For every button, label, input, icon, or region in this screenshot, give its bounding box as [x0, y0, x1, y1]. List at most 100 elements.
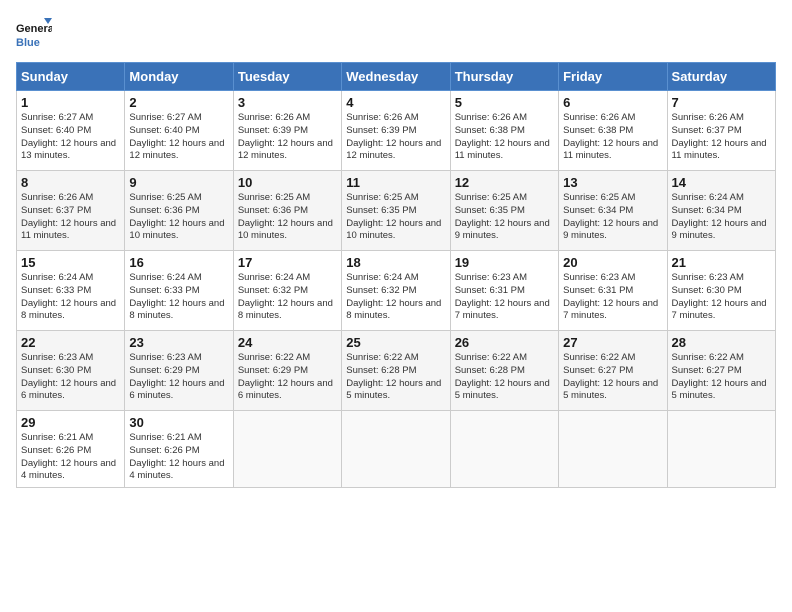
calendar-table: SundayMondayTuesdayWednesdayThursdayFrid…	[16, 62, 776, 488]
calendar-cell: 6 Sunrise: 6:26 AMSunset: 6:38 PMDaylight…	[559, 91, 667, 171]
logo: General Blue	[16, 16, 52, 52]
calendar-cell: 14 Sunrise: 6:24 AMSunset: 6:34 PMDayligh…	[667, 171, 775, 251]
day-detail: Sunrise: 6:25 AMSunset: 6:36 PMDaylight:…	[238, 192, 337, 243]
day-detail: Sunrise: 6:23 AMSunset: 6:31 PMDaylight:…	[455, 272, 554, 323]
day-detail: Sunrise: 6:25 AMSunset: 6:34 PMDaylight:…	[563, 192, 662, 243]
calendar-cell	[342, 411, 450, 488]
day-number: 12	[455, 175, 554, 190]
header-friday: Friday	[559, 63, 667, 91]
day-number: 6	[563, 95, 662, 110]
day-number: 8	[21, 175, 120, 190]
week-row-3: 15 Sunrise: 6:24 AMSunset: 6:33 PMDayligh…	[17, 251, 776, 331]
day-detail: Sunrise: 6:26 AMSunset: 6:37 PMDaylight:…	[21, 192, 120, 243]
week-row-5: 29 Sunrise: 6:21 AMSunset: 6:26 PMDayligh…	[17, 411, 776, 488]
day-number: 26	[455, 335, 554, 350]
calendar-cell: 1Sunrise: 6:27 AMSunset: 6:40 PMDaylight…	[17, 91, 125, 171]
calendar-cell: 26 Sunrise: 6:22 AMSunset: 6:28 PMDayligh…	[450, 331, 558, 411]
day-number: 23	[129, 335, 228, 350]
calendar-cell	[233, 411, 341, 488]
calendar-cell: 8 Sunrise: 6:26 AMSunset: 6:37 PMDaylight…	[17, 171, 125, 251]
day-detail: Sunrise: 6:24 AMSunset: 6:33 PMDaylight:…	[129, 272, 228, 323]
day-detail: Sunrise: 6:22 AMSunset: 6:27 PMDaylight:…	[672, 352, 771, 403]
header-wednesday: Wednesday	[342, 63, 450, 91]
svg-text:Blue: Blue	[16, 37, 40, 49]
day-detail: Sunrise: 6:25 AMSunset: 6:35 PMDaylight:…	[455, 192, 554, 243]
page-header: General Blue	[16, 16, 776, 52]
day-number: 15	[21, 255, 120, 270]
header-sunday: Sunday	[17, 63, 125, 91]
day-detail: Sunrise: 6:22 AMSunset: 6:29 PMDaylight:…	[238, 352, 337, 403]
calendar-cell: 23 Sunrise: 6:23 AMSunset: 6:29 PMDayligh…	[125, 331, 233, 411]
day-number: 30	[129, 415, 228, 430]
week-row-4: 22Sunrise: 6:23 AMSunset: 6:30 PMDayligh…	[17, 331, 776, 411]
calendar-cell: 19 Sunrise: 6:23 AMSunset: 6:31 PMDayligh…	[450, 251, 558, 331]
day-detail: Sunrise: 6:26 AMSunset: 6:39 PMDaylight:…	[346, 112, 445, 163]
day-detail: Sunrise: 6:23 AMSunset: 6:31 PMDaylight:…	[563, 272, 662, 323]
calendar-cell: 29 Sunrise: 6:21 AMSunset: 6:26 PMDayligh…	[17, 411, 125, 488]
calendar-cell	[450, 411, 558, 488]
day-detail: Sunrise: 6:21 AMSunset: 6:26 PMDaylight:…	[129, 432, 228, 483]
day-number: 14	[672, 175, 771, 190]
calendar-cell: 17 Sunrise: 6:24 AMSunset: 6:32 PMDayligh…	[233, 251, 341, 331]
day-number: 10	[238, 175, 337, 190]
header-monday: Monday	[125, 63, 233, 91]
calendar-cell: 27Sunrise: 6:22 AMSunset: 6:27 PMDayligh…	[559, 331, 667, 411]
day-number: 9	[129, 175, 228, 190]
day-number: 27	[563, 335, 662, 350]
day-detail: Sunrise: 6:26 AMSunset: 6:37 PMDaylight:…	[672, 112, 771, 163]
day-detail: Sunrise: 6:22 AMSunset: 6:28 PMDaylight:…	[455, 352, 554, 403]
calendar-cell: 7 Sunrise: 6:26 AMSunset: 6:37 PMDaylight…	[667, 91, 775, 171]
day-detail: Sunrise: 6:26 AMSunset: 6:39 PMDaylight:…	[238, 112, 337, 163]
day-number: 29	[21, 415, 120, 430]
calendar-cell	[559, 411, 667, 488]
calendar-cell: 5 Sunrise: 6:26 AMSunset: 6:38 PMDaylight…	[450, 91, 558, 171]
day-number: 25	[346, 335, 445, 350]
day-detail: Sunrise: 6:24 AMSunset: 6:32 PMDaylight:…	[346, 272, 445, 323]
calendar-cell: 22Sunrise: 6:23 AMSunset: 6:30 PMDayligh…	[17, 331, 125, 411]
calendar-cell: 3 Sunrise: 6:26 AMSunset: 6:39 PMDaylight…	[233, 91, 341, 171]
day-number: 18	[346, 255, 445, 270]
calendar-cell: 16 Sunrise: 6:24 AMSunset: 6:33 PMDayligh…	[125, 251, 233, 331]
week-row-1: 1Sunrise: 6:27 AMSunset: 6:40 PMDaylight…	[17, 91, 776, 171]
week-row-2: 8 Sunrise: 6:26 AMSunset: 6:37 PMDaylight…	[17, 171, 776, 251]
calendar-cell: 9Sunrise: 6:25 AMSunset: 6:36 PMDaylight…	[125, 171, 233, 251]
day-detail: Sunrise: 6:26 AMSunset: 6:38 PMDaylight:…	[455, 112, 554, 163]
day-detail: Sunrise: 6:23 AMSunset: 6:30 PMDaylight:…	[21, 352, 120, 403]
calendar-cell: 11 Sunrise: 6:25 AMSunset: 6:35 PMDayligh…	[342, 171, 450, 251]
day-number: 20	[563, 255, 662, 270]
calendar-cell: 28 Sunrise: 6:22 AMSunset: 6:27 PMDayligh…	[667, 331, 775, 411]
calendar-cell: 24Sunrise: 6:22 AMSunset: 6:29 PMDayligh…	[233, 331, 341, 411]
day-detail: Sunrise: 6:24 AMSunset: 6:33 PMDaylight:…	[21, 272, 120, 323]
header-row: SundayMondayTuesdayWednesdayThursdayFrid…	[17, 63, 776, 91]
day-detail: Sunrise: 6:25 AMSunset: 6:35 PMDaylight:…	[346, 192, 445, 243]
day-number: 5	[455, 95, 554, 110]
day-number: 16	[129, 255, 228, 270]
logo-svg: General Blue	[16, 16, 52, 52]
day-number: 11	[346, 175, 445, 190]
calendar-cell: 2Sunrise: 6:27 AMSunset: 6:40 PMDaylight…	[125, 91, 233, 171]
calendar-cell: 18 Sunrise: 6:24 AMSunset: 6:32 PMDayligh…	[342, 251, 450, 331]
day-detail: Sunrise: 6:26 AMSunset: 6:38 PMDaylight:…	[563, 112, 662, 163]
day-number: 2	[129, 95, 228, 110]
calendar-cell: 25Sunrise: 6:22 AMSunset: 6:28 PMDayligh…	[342, 331, 450, 411]
calendar-cell	[667, 411, 775, 488]
header-saturday: Saturday	[667, 63, 775, 91]
day-number: 1	[21, 95, 120, 110]
calendar-cell: 4 Sunrise: 6:26 AMSunset: 6:39 PMDaylight…	[342, 91, 450, 171]
day-number: 17	[238, 255, 337, 270]
day-detail: Sunrise: 6:24 AMSunset: 6:34 PMDaylight:…	[672, 192, 771, 243]
day-number: 4	[346, 95, 445, 110]
day-detail: Sunrise: 6:23 AMSunset: 6:29 PMDaylight:…	[129, 352, 228, 403]
calendar-cell: 21Sunrise: 6:23 AMSunset: 6:30 PMDayligh…	[667, 251, 775, 331]
day-detail: Sunrise: 6:21 AMSunset: 6:26 PMDaylight:…	[21, 432, 120, 483]
day-number: 19	[455, 255, 554, 270]
day-number: 28	[672, 335, 771, 350]
header-tuesday: Tuesday	[233, 63, 341, 91]
calendar-cell: 12 Sunrise: 6:25 AMSunset: 6:35 PMDayligh…	[450, 171, 558, 251]
day-number: 7	[672, 95, 771, 110]
header-thursday: Thursday	[450, 63, 558, 91]
calendar-cell: 10 Sunrise: 6:25 AMSunset: 6:36 PMDayligh…	[233, 171, 341, 251]
day-detail: Sunrise: 6:24 AMSunset: 6:32 PMDaylight:…	[238, 272, 337, 323]
day-number: 3	[238, 95, 337, 110]
calendar-cell: 30 Sunrise: 6:21 AMSunset: 6:26 PMDayligh…	[125, 411, 233, 488]
